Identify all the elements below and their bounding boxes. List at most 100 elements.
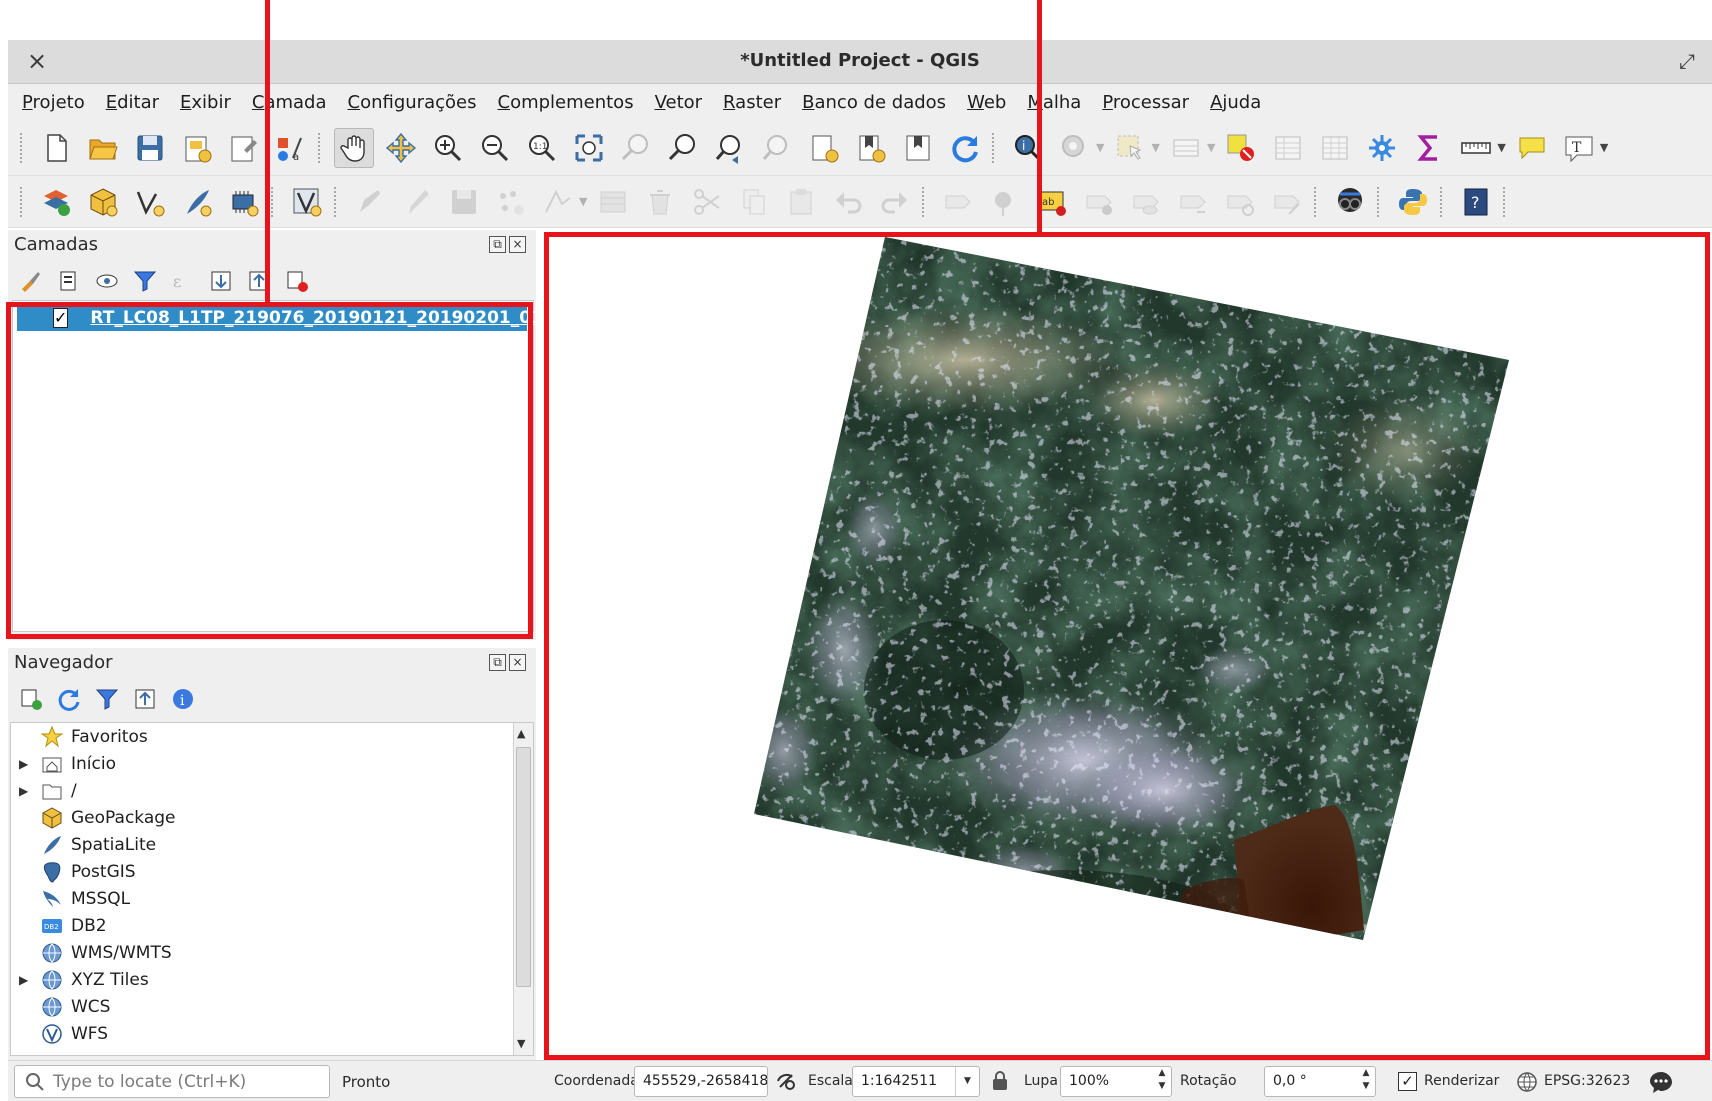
help-contents-icon[interactable]: ? [1456,182,1496,222]
add-group-icon[interactable] [56,268,82,294]
measure-line-icon[interactable] [1456,128,1496,168]
show-unplaced-labels-icon[interactable] [1079,182,1119,222]
lock-scale-icon[interactable] [990,1070,1010,1092]
new-shapefile-layer-icon[interactable] [130,182,170,222]
filter-legend-by-expression-icon[interactable]: ε [170,268,196,294]
browser-item-root[interactable]: ▶ / [11,777,77,804]
chevron-down-icon[interactable]: ▼ [955,1067,979,1096]
select-by-value-icon[interactable] [1166,128,1206,168]
chevron-down-icon[interactable]: ▼ [1497,141,1505,154]
open-layer-styling-icon[interactable] [18,268,44,294]
copy-features-icon[interactable] [734,182,774,222]
menu-projeto[interactable]: Projeto [22,92,85,113]
new-spatialite-layer-icon[interactable] [177,182,217,222]
run-feature-action-icon[interactable] [1055,128,1095,168]
expand-arrow-icon[interactable]: ▶ [19,973,33,987]
scroll-up-icon[interactable]: ▲ [517,727,525,740]
menu-raster[interactable]: Raster [723,92,781,113]
float-panel-icon[interactable]: ⧉ [489,236,506,253]
remove-layer-icon[interactable] [284,268,310,294]
save-edits-icon[interactable] [444,182,484,222]
messages-icon[interactable] [1648,1069,1674,1095]
move-label-icon[interactable] [1173,182,1213,222]
pin-labels-icon[interactable] [985,182,1025,222]
toolbar-grip[interactable] [922,186,928,217]
menu-configuracoes[interactable]: Configurações [348,92,477,113]
browser-item-inicio[interactable]: ▶ Início [11,750,116,777]
select-features-icon[interactable] [1110,128,1150,168]
toolbox-icon[interactable] [1362,128,1402,168]
crs-globe-icon[interactable] [1516,1071,1538,1093]
toggle-editing-icon[interactable] [397,182,437,222]
toolbar-grip[interactable] [318,132,324,163]
browser-item-wfs[interactable]: WFS [11,1020,108,1047]
chevron-down-icon[interactable]: ▼ [1207,141,1215,154]
render-checkbox[interactable]: ✓ [1398,1072,1417,1091]
collapse-all-icon[interactable] [132,686,158,712]
coordinate-toggle-icon[interactable] [774,1069,798,1093]
magnifier-spinbox[interactable]: 100% ▲ ▼ [1060,1066,1172,1097]
rotate-label-icon[interactable] [1220,182,1260,222]
new-map-view-icon[interactable] [804,128,844,168]
toolbar-grip[interactable] [992,132,998,163]
add-feature-icon[interactable] [491,182,531,222]
vertex-tool-icon[interactable] [538,182,578,222]
pan-map-icon[interactable] [334,127,374,168]
data-source-manager-icon[interactable] [36,182,76,222]
browser-item-postgis[interactable]: PostGIS [11,858,136,885]
crs-label[interactable]: EPSG:32623 [1544,1073,1630,1089]
browser-item-db2[interactable]: DB2 DB2 [11,912,107,939]
menu-malha[interactable]: Malha [1027,92,1081,113]
python-console-icon[interactable] [1393,182,1433,222]
toolbar-grip[interactable] [1503,186,1509,217]
plugin-spy-icon[interactable] [1330,182,1370,222]
locator-input[interactable]: Type to locate (Ctrl+K) [14,1065,330,1098]
layout-manager-icon[interactable] [224,128,264,168]
toolbar-grip[interactable] [20,132,26,163]
toolbar-grip[interactable] [1440,186,1446,217]
browser-item-mssql[interactable]: MSSQL [11,885,130,912]
cut-features-icon[interactable] [687,182,727,222]
rotation-spinbox[interactable]: 0,0 ° ▲ ▼ [1264,1066,1376,1097]
toolbar-grip[interactable] [20,186,26,217]
menu-processar[interactable]: Processar [1102,92,1189,113]
menu-ajuda[interactable]: Ajuda [1210,92,1261,113]
scrollbar-thumb[interactable] [516,747,531,987]
menu-camada[interactable]: Camada [252,92,327,113]
new-geopackage-layer-icon[interactable] [83,182,123,222]
statistical-summary-icon[interactable] [1315,128,1355,168]
expand-arrow-icon[interactable]: ▶ [19,784,33,798]
identify-features-icon[interactable]: i [1008,128,1048,168]
maximize-window-button[interactable]: ⤢ [1674,48,1700,74]
zoom-in-icon[interactable] [428,128,468,168]
style-manager-icon[interactable]: a [271,128,311,168]
toolbar-grip[interactable] [334,186,340,217]
zoom-to-layer-icon[interactable] [663,128,703,168]
menu-editar[interactable]: Editar [106,92,159,113]
close-panel-icon[interactable]: × [509,654,526,671]
expand-all-icon[interactable] [208,268,234,294]
zoom-to-selection-icon[interactable] [616,128,656,168]
spinbox-arrows-icon[interactable]: ▲ ▼ [1153,1067,1171,1096]
browser-item-spatialite[interactable]: SpatiaLite [11,831,156,858]
change-label-icon[interactable] [1267,182,1307,222]
menu-vetor[interactable]: Vetor [655,92,702,113]
new-print-layout-icon[interactable] [177,128,217,168]
refresh-icon[interactable] [945,128,985,168]
pan-to-selection-icon[interactable] [381,128,421,168]
chevron-down-icon[interactable]: ▼ [1151,141,1159,154]
chevron-down-icon[interactable]: ▼ [1096,141,1104,154]
zoom-out-icon[interactable] [475,128,515,168]
save-project-icon[interactable] [130,128,170,168]
map-tips-icon[interactable] [1512,128,1552,168]
browser-item-wms-wmts[interactable]: WMS/WMTS [11,939,172,966]
filter-legend-icon[interactable] [132,268,158,294]
current-edits-icon[interactable] [350,182,390,222]
info-icon[interactable]: i [170,686,196,712]
browser-item-xyz-tiles[interactable]: ▶ XYZ Tiles [11,966,149,993]
coordinate-field[interactable]: 455529,-2658418 [634,1066,768,1097]
delete-selected-icon[interactable] [640,182,680,222]
show-hide-labels-icon[interactable] [1126,182,1166,222]
toolbar-grip[interactable] [1314,186,1320,217]
browser-scrollbar[interactable]: ▲ ▼ [513,723,533,1055]
